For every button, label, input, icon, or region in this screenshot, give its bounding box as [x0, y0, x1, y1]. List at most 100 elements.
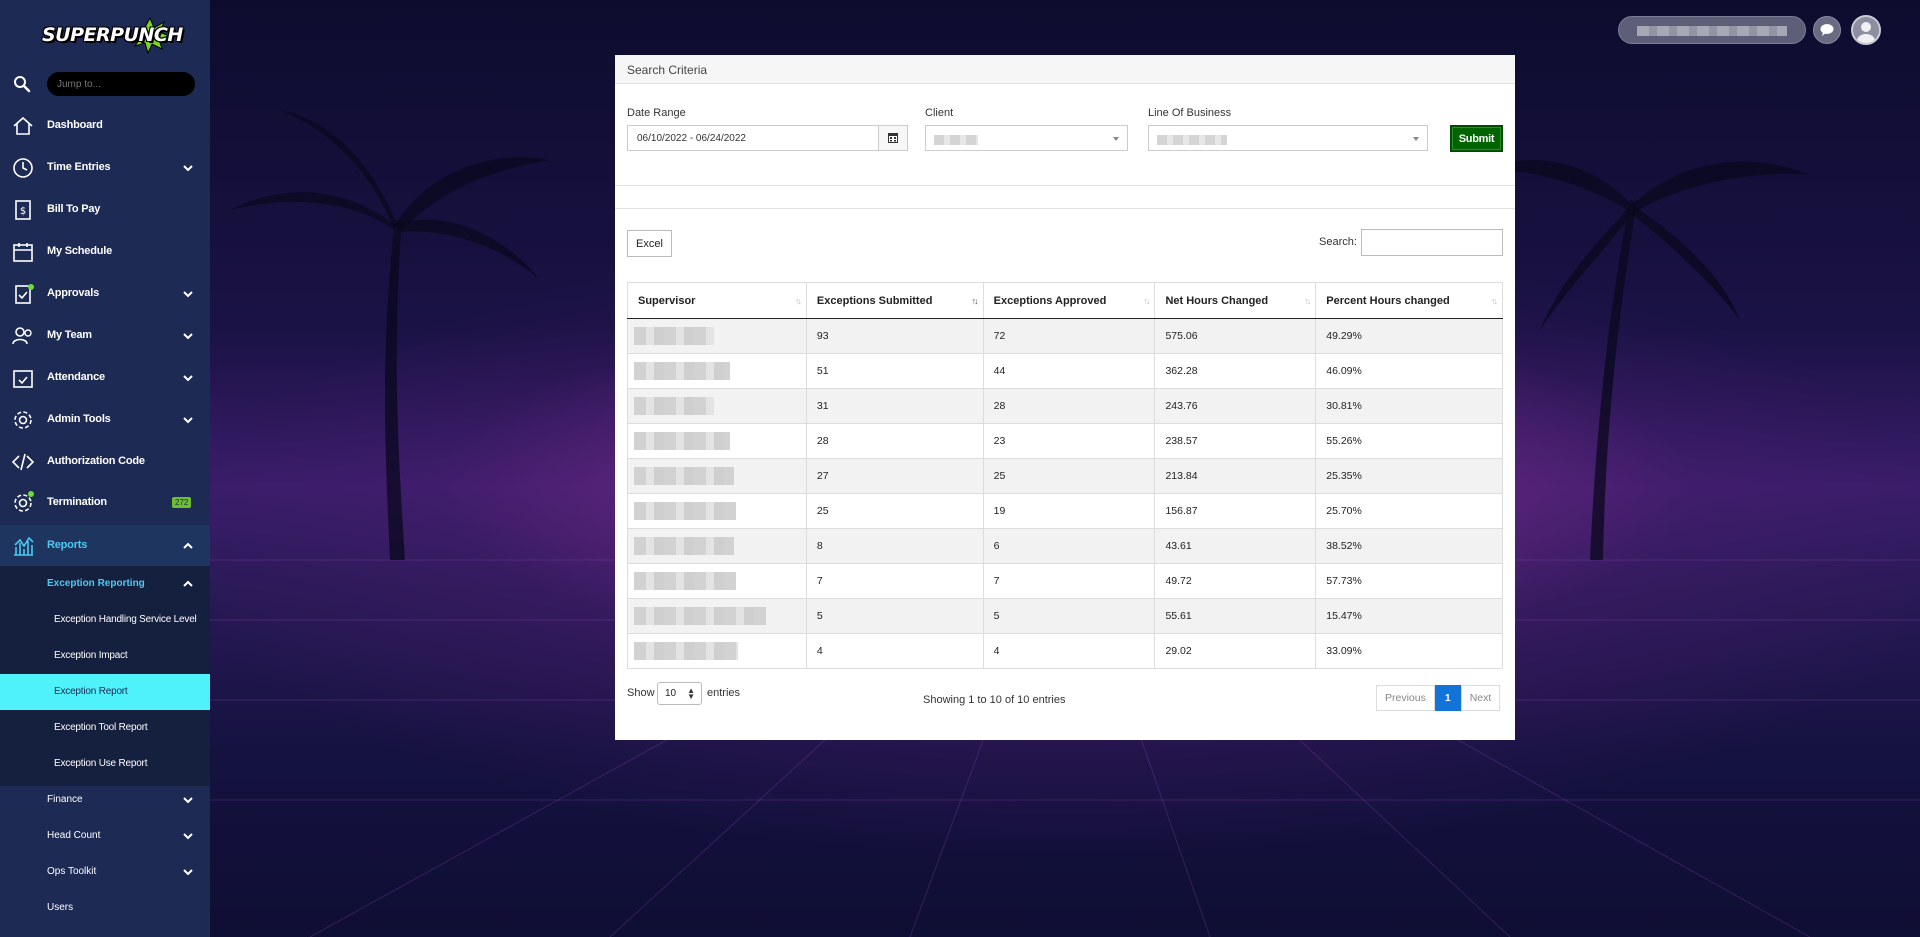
nav-item-bill-to-pay[interactable]: $ Bill To Pay	[0, 189, 210, 231]
nav-label: My Schedule	[47, 245, 113, 257]
redacted-supervisor-name	[634, 362, 730, 380]
nav-item-termination[interactable]: Termination 272	[0, 482, 210, 524]
section-label: Exception Reporting	[47, 578, 145, 589]
nav-item-users[interactable]: Users	[0, 890, 210, 926]
reports-submenu: Exception Reporting Exception Handling S…	[0, 566, 210, 786]
table-search-input[interactable]	[1361, 229, 1503, 256]
redacted-supervisor-name	[634, 642, 738, 660]
sub-item-exception-report[interactable]: Exception Report	[0, 674, 210, 710]
excel-export-button[interactable]: Excel	[627, 230, 672, 257]
percent-hours-changed-cell: 57.73%	[1315, 563, 1503, 599]
next-page-button[interactable]: Next	[1460, 685, 1501, 711]
chevron-up-icon	[183, 542, 193, 549]
table-row: 7 7 49.72 57.73%	[627, 563, 1503, 599]
supervisor-cell	[627, 423, 807, 459]
page-1-button[interactable]: 1	[1434, 685, 1461, 711]
nav-item-approvals[interactable]: Approvals	[0, 273, 210, 315]
nav-label: Termination	[47, 496, 107, 508]
calendar-icon	[888, 133, 898, 143]
calendar-icon	[13, 243, 33, 262]
table-row: 25 19 156.87 25.70%	[627, 493, 1503, 529]
redacted-supervisor-name	[634, 572, 736, 590]
table-search-label: Search:	[1319, 236, 1357, 248]
table-row: 51 44 362.28 46.09%	[627, 353, 1503, 389]
column-header-exceptions-approved[interactable]: Exceptions Approved ↑↓	[982, 282, 1156, 319]
exceptions-approved-cell: 23	[982, 423, 1156, 459]
search-icon[interactable]	[13, 75, 31, 93]
table-row: 5 5 55.61 15.47%	[627, 598, 1503, 634]
user-avatar-icon	[1857, 22, 1875, 43]
sub-item-exception-use-report[interactable]: Exception Use Report	[0, 746, 210, 782]
jump-to-input[interactable]	[47, 72, 195, 96]
line-of-business-select[interactable]	[1148, 125, 1428, 151]
nav-item-reports[interactable]: Reports	[0, 525, 210, 567]
nav-item-ops-toolkit[interactable]: Ops Toolkit	[0, 854, 210, 890]
nav-item-finance[interactable]: Finance	[0, 782, 210, 818]
sub-item-label: Exception Impact	[54, 650, 128, 661]
sub-item-label: Exception Report	[54, 686, 128, 697]
date-range-input[interactable]: 06/10/2022 - 06/24/2022	[627, 125, 879, 151]
sub-item-exception-impact[interactable]: Exception Impact	[0, 638, 210, 674]
chart-icon	[14, 536, 34, 556]
nav-item-my-team[interactable]: My Team	[0, 315, 210, 357]
nav-item-my-schedule[interactable]: My Schedule	[0, 231, 210, 273]
exceptions-submitted-cell: 93	[805, 318, 984, 354]
date-range-value: 06/10/2022 - 06/24/2022	[637, 133, 746, 144]
redacted-client-value	[934, 135, 978, 145]
exception-reporting-header[interactable]: Exception Reporting	[0, 566, 210, 602]
nav-item-head-count[interactable]: Head Count	[0, 818, 210, 854]
column-header-supervisor[interactable]: Supervisor ↑↓	[627, 282, 807, 319]
net-hours-changed-cell: 213.84	[1154, 458, 1317, 494]
nav-label: Attendance	[47, 371, 105, 383]
chat-button[interactable]	[1813, 16, 1841, 44]
show-label: Show	[627, 687, 655, 699]
column-header-net-hours-changed[interactable]: Net Hours Changed ↑↓	[1154, 282, 1317, 319]
redacted-supervisor-name	[634, 327, 714, 345]
net-hours-changed-cell: 575.06	[1154, 318, 1317, 354]
previous-page-button[interactable]: Previous	[1376, 685, 1435, 711]
percent-hours-changed-cell: 33.09%	[1315, 633, 1503, 669]
divider	[615, 208, 1515, 209]
chat-bubble-icon	[1820, 24, 1834, 36]
exceptions-approved-cell: 5	[982, 598, 1156, 634]
user-menu-pill[interactable]	[1618, 16, 1806, 44]
exceptions-approved-cell: 44	[982, 353, 1156, 389]
nav-item-authorization-code[interactable]: Authorization Code	[0, 441, 210, 483]
page-length-select[interactable]: 10 ▲ ▼	[657, 682, 702, 705]
sub-item-exception-tool-report[interactable]: Exception Tool Report	[0, 710, 210, 746]
supervisor-cell	[627, 528, 807, 564]
supervisor-cell	[627, 318, 807, 354]
exceptions-submitted-cell: 51	[805, 353, 984, 389]
chevron-down-icon	[183, 417, 193, 424]
sub-item-exception-handling-service-level[interactable]: Exception Handling Service Level	[0, 602, 210, 638]
client-label: Client	[925, 107, 954, 119]
sub-item-label: Exception Use Report	[54, 758, 148, 769]
superpunch-logo[interactable]: SUPERPUNCH	[38, 14, 183, 55]
column-header-exceptions-submitted[interactable]: Exceptions Submitted ↑↓	[805, 282, 984, 319]
nav-label: Approvals	[47, 287, 99, 299]
avatar[interactable]	[1851, 15, 1881, 45]
client-select[interactable]	[925, 125, 1128, 151]
team-icon	[12, 327, 32, 345]
nav-item-attendance[interactable]: Attendance	[0, 357, 210, 399]
page-length-value: 10	[665, 688, 677, 699]
nav-item-admin-tools[interactable]: Admin Tools	[0, 399, 210, 441]
supervisor-cell	[627, 598, 807, 634]
column-header-percent-hours-changed[interactable]: Percent Hours changed ↑↓	[1315, 282, 1503, 319]
submit-button[interactable]: Submit	[1450, 125, 1503, 152]
exceptions-submitted-cell: 4	[805, 633, 984, 669]
exceptions-submitted-cell: 7	[805, 563, 984, 599]
exception-report-table: Supervisor ↑↓ Exceptions Submitted ↑↓ Exce…	[627, 282, 1503, 669]
redacted-supervisor-name	[634, 607, 766, 625]
nav-label: Reports	[47, 539, 88, 551]
exceptions-approved-cell: 72	[982, 318, 1156, 354]
exceptions-submitted-cell: 25	[805, 493, 984, 529]
sub-item-label: Exception Tool Report	[54, 722, 148, 733]
notification-dot	[28, 491, 34, 497]
calendar-button[interactable]	[878, 125, 908, 151]
nav-item-dashboard[interactable]: Dashboard	[0, 105, 210, 147]
nav-item-time-entries[interactable]: Time Entries	[0, 147, 210, 189]
notification-dot	[28, 284, 34, 290]
gear-icon	[14, 411, 32, 429]
search-criteria-card: Search Criteria Date Range 06/10/2022 - …	[615, 55, 1515, 740]
